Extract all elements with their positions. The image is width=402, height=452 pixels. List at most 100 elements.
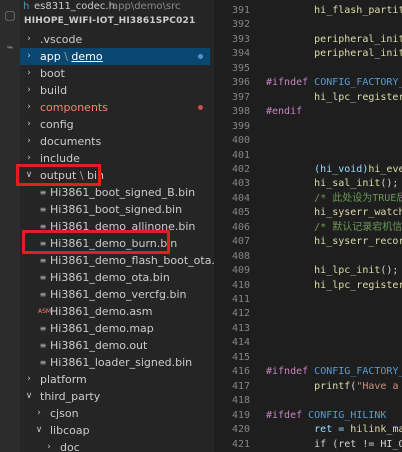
- code-text: hi_lpc_register_wak: [266, 91, 402, 105]
- line-number: 400: [231, 135, 250, 147]
- line-number: 404: [231, 192, 250, 204]
- code-token: peripheral_init_no_: [314, 48, 402, 60]
- code-text: hi_syserr_watchdog_: [266, 206, 402, 220]
- tree-item[interactable]: ≡ Hi3861_demo_vercfg.bin: [20, 286, 210, 303]
- code-token: ret =: [266, 424, 351, 436]
- tree-item-label: Hi3861_boot_signed.bin: [50, 203, 183, 216]
- line-number: 414: [231, 337, 250, 349]
- code-text: /* 此处设为TRUE后中断: [266, 192, 402, 206]
- code-token: hi_flash_partition_: [314, 5, 402, 16]
- code-text: #endif: [266, 105, 302, 119]
- tree-item[interactable]: › .vscode: [20, 31, 210, 48]
- line-number: 394: [231, 48, 250, 60]
- tree-item[interactable]: ≡ Hi3861_loader_signed.bin: [20, 354, 210, 371]
- file-icon: ≡: [39, 256, 47, 265]
- open-editor-row[interactable]: h es8311_codec.h app\demo\src: [20, 0, 214, 13]
- code-text: hi_syserr_record_cr: [266, 235, 402, 249]
- chevron-down-icon[interactable]: ∨: [24, 388, 34, 405]
- chevron-right-icon[interactable]: ›: [24, 133, 34, 150]
- chevron-right-icon[interactable]: ›: [24, 48, 34, 65]
- tree-item[interactable]: › documents: [20, 133, 210, 150]
- tree-item[interactable]: ≡ Hi3861_demo.map: [20, 320, 210, 337]
- file-icon: ≡: [39, 273, 47, 282]
- tree-item[interactable]: ∨ third_party: [20, 388, 210, 405]
- chevron-right-icon[interactable]: ›: [24, 31, 34, 48]
- code-text: ret = hilink_main(): [266, 423, 402, 437]
- line-number: 408: [231, 250, 250, 262]
- chart-icon[interactable]: ⌁: [3, 40, 17, 54]
- code-token: #ifndef: [266, 366, 315, 378]
- code-token: CONFIG_FACTORY_: [314, 366, 402, 378]
- tree-item-label: Hi3861_boot_signed_B.bin: [50, 186, 196, 199]
- asm-file-icon: ASM: [38, 308, 52, 315]
- tree-item[interactable]: ≡ Hi3861_boot_signed_B.bin: [20, 184, 210, 201]
- chevron-right-icon[interactable]: ›: [24, 371, 34, 388]
- line-number: 418: [231, 395, 250, 407]
- code-token: hi_lpc_init: [266, 265, 381, 277]
- code-token: /* 此处设为TRUE后中断: [314, 192, 402, 204]
- modified-dot: [198, 54, 203, 59]
- line-number: 402: [231, 163, 250, 175]
- chevron-right-icon[interactable]: ›: [24, 99, 34, 116]
- code-token: hi_lpc_register_wak: [314, 91, 402, 103]
- tree-item-label: Hi3861_demo_flash_boot_ota.bin: [50, 254, 214, 267]
- tree-item-label: build: [40, 84, 68, 97]
- project-title: HIHOPE_WIFI-IOT_HI3861SPC021: [24, 16, 196, 26]
- tree-item[interactable]: › doc: [20, 439, 210, 452]
- tree-item[interactable]: › boot: [20, 65, 210, 82]
- code-token: hi_event_i: [368, 163, 402, 175]
- tree-item[interactable]: ≡ Hi3861_demo_ota.bin: [20, 269, 210, 286]
- explorer-sidebar: h es8311_codec.h app\demo\src HIHOPE_WIF…: [20, 0, 214, 452]
- tree-item[interactable]: › platform: [20, 371, 210, 388]
- tree-item[interactable]: ASM Hi3861_demo.asm: [20, 303, 210, 320]
- tree-item[interactable]: ∨ libcoap: [20, 422, 210, 439]
- tree-item-label: third_party: [40, 390, 101, 403]
- code-text: printf("Have a test: [266, 380, 402, 394]
- tree-item-label: Hi3861_loader_signed.bin: [50, 356, 193, 369]
- open-file-name: es8311_codec.h: [34, 1, 115, 12]
- code-token: hi_syserr_record_cr: [314, 236, 402, 248]
- path-segment: app: [40, 50, 61, 63]
- tree-item[interactable]: › components: [20, 99, 210, 116]
- chevron-right-icon[interactable]: ›: [24, 65, 34, 82]
- tree-item[interactable]: › cjson: [20, 405, 210, 422]
- code-text: #ifndef CONFIG_FACTORY_: [266, 76, 402, 90]
- tree-item-label: libcoap: [50, 424, 90, 437]
- tree-item[interactable]: › build: [20, 82, 210, 99]
- path-segment: demo: [71, 50, 103, 63]
- chevron-down-icon[interactable]: ∨: [34, 422, 44, 439]
- tree-item[interactable]: ≡ Hi3861_demo.out: [20, 337, 210, 354]
- path-separator: \: [60, 50, 72, 63]
- highlight-box-output-folder: [16, 164, 101, 186]
- file-icon: ≡: [39, 324, 47, 333]
- tree-item-label: Hi3861_demo_ota.bin: [50, 271, 170, 284]
- code-token: printf: [266, 380, 351, 392]
- tree-item[interactable]: ≡ Hi3861_boot_signed.bin: [20, 201, 210, 218]
- chevron-right-icon[interactable]: ›: [24, 116, 34, 133]
- line-number: 420: [231, 424, 250, 436]
- code-token: (hi_void): [266, 163, 369, 175]
- tree-item-label: Hi3861_demo_vercfg.bin: [50, 288, 187, 301]
- line-number: 401: [231, 149, 250, 161]
- code-token: #ifdef: [266, 409, 309, 421]
- line-number: 412: [231, 308, 250, 320]
- chevron-right-icon[interactable]: ›: [24, 82, 34, 99]
- code-token: hi_sal_init: [266, 178, 381, 190]
- code-editor[interactable]: 391 hi_flash_partition_ 392 393 peripheral…: [214, 0, 402, 452]
- chevron-right-icon[interactable]: ›: [44, 439, 54, 452]
- code-token: ();: [380, 178, 399, 190]
- tree-item-label: doc: [60, 441, 80, 452]
- tree-item-label: Hi3861_demo.asm: [50, 305, 153, 318]
- tree-item[interactable]: › app \ demo: [20, 48, 210, 65]
- tree-item-label: components: [40, 101, 108, 114]
- files-icon[interactable]: ▢: [3, 8, 17, 22]
- tree-item[interactable]: › config: [20, 116, 210, 133]
- tree-item[interactable]: ≡ Hi3861_demo_flash_boot_ota.bin: [20, 252, 214, 269]
- line-number: 406: [231, 221, 250, 233]
- tree-item-label: Hi3861_demo.map: [50, 322, 154, 335]
- chevron-right-icon[interactable]: ›: [34, 405, 44, 422]
- code-token: #ifndef: [266, 77, 315, 89]
- code-token: hi_lpc_register_hw_: [314, 279, 402, 291]
- code-token: if (ret != HI_OK): [266, 438, 402, 450]
- tree-item-label: boot: [40, 67, 65, 80]
